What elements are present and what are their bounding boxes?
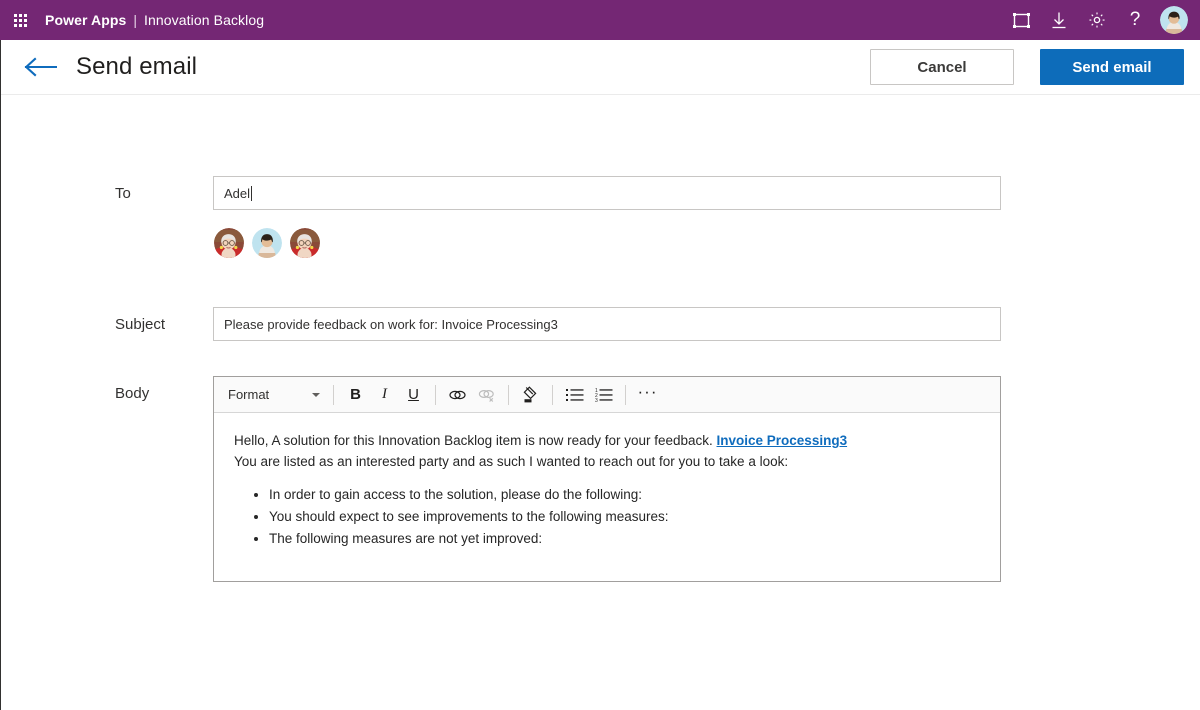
format-dropdown[interactable]: Format [220,381,326,409]
editor-line1-text: Hello, A solution for this Innovation Ba… [234,433,717,448]
numbered-list-icon[interactable]: 1 2 3 [589,381,618,409]
to-label: To [115,185,131,202]
page-title: Send email [76,53,198,80]
editor-toolbar: Format B I U 1 2 3 ··· [214,377,1000,413]
to-input-value: Adel [224,185,251,201]
svg-text:3: 3 [595,398,598,402]
subject-input-value: Please provide feedback on work for: Inv… [224,316,558,332]
app-name[interactable]: Power Apps [45,12,126,28]
toolbar-divider [333,384,334,405]
screen-frame-icon[interactable] [1002,0,1040,40]
help-icon[interactable]: ? [1116,0,1154,41]
toolbar-divider [508,384,509,405]
body-field-column: Format B I U 1 2 3 ··· Hello, A solution… [213,376,1001,582]
body-row: Body Format B I U 1 2 3 ··· Hello, A sol… [1,376,1200,582]
editor-bullet-list: In order to gain access to the solution,… [234,484,980,549]
gear-icon[interactable] [1078,0,1116,40]
to-input[interactable]: Adel [213,176,1001,210]
suite-bar: Power Apps | Innovation Backlog ? [0,0,1200,40]
avatar[interactable] [1160,6,1188,34]
command-bar: Send email Cancel Send email [1,40,1200,95]
invoice-processing-link[interactable]: Invoice Processing3 [717,433,848,448]
list-item: In order to gain access to the solution,… [269,484,980,505]
recipient-list [214,228,1001,258]
suite-brand: Power Apps | Innovation Backlog [45,12,264,28]
bulleted-list-icon[interactable] [560,381,589,409]
text-caret [251,185,253,201]
suite-actions: ? [1002,0,1200,40]
app-launcher-button[interactable] [0,0,40,40]
format-dropdown-label: Format [228,387,270,402]
brand-separator: | [133,12,138,28]
subject-row: Subject Please provide feedback on work … [1,307,1200,341]
cancel-button[interactable]: Cancel [870,49,1014,85]
help-icon-glyph: ? [1129,8,1141,30]
list-item: You should expect to see improvements to… [269,506,980,527]
recipient-avatar-2[interactable] [252,228,282,258]
page-frame: Send email Cancel Send email To Adel Sub… [0,40,1200,710]
list-item: The following measures are not yet impro… [269,528,980,549]
subject-label: Subject [115,316,166,333]
recipient-avatar-3[interactable] [290,228,320,258]
body-label: Body [115,385,150,402]
download-icon[interactable] [1040,0,1078,40]
format-painter-icon[interactable] [516,381,545,409]
toolbar-divider [625,384,626,405]
back-arrow-icon[interactable] [23,50,57,84]
app-launcher-icon [13,13,27,27]
email-form: To Adel Subject Please provide feedback … [1,95,1200,582]
environment-name[interactable]: Innovation Backlog [144,12,264,28]
link-icon[interactable] [443,381,472,409]
recipient-avatar-1[interactable] [214,228,244,258]
italic-button[interactable]: I [370,381,399,409]
rich-text-editor: Format B I U 1 2 3 ··· Hello, A solution… [213,376,1001,582]
send-email-button[interactable]: Send email [1040,49,1184,85]
editor-paragraph-1: Hello, A solution for this Innovation Ba… [234,431,980,452]
command-bar-actions: Cancel Send email [870,49,1184,85]
toolbar-divider [435,384,436,405]
unlink-icon [472,381,501,409]
chevron-down-icon [312,392,320,397]
to-field-column: Adel [213,176,1001,258]
toolbar-divider [552,384,553,405]
underline-button[interactable]: U [399,381,428,409]
to-row: To Adel [1,176,1200,258]
subject-input[interactable]: Please provide feedback on work for: Inv… [213,307,1001,341]
more-options-button[interactable]: ··· [633,378,662,412]
bold-button[interactable]: B [341,381,370,409]
editor-content[interactable]: Hello, A solution for this Innovation Ba… [214,413,1000,581]
subject-field-column: Please provide feedback on work for: Inv… [213,307,1001,341]
editor-paragraph-2: You are listed as an interested party an… [234,453,789,469]
